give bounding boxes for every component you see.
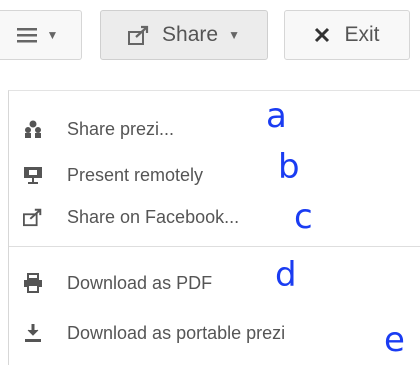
menu-item-label: Download as PDF xyxy=(67,272,213,293)
exit-button[interactable]: Exit xyxy=(284,10,410,60)
printer-icon xyxy=(21,273,45,293)
hamburger-icon xyxy=(16,27,37,43)
annotation-b: b xyxy=(278,147,300,187)
share-people-icon xyxy=(21,119,45,139)
menu-item-share-facebook[interactable]: Share on Facebook... xyxy=(9,195,413,239)
menu-item-download-pdf[interactable]: Download as PDF xyxy=(9,261,413,305)
annotation-d: d xyxy=(275,255,297,295)
chevron-down-icon: ▼ xyxy=(228,28,240,42)
share-button[interactable]: Share ▼ xyxy=(100,10,268,60)
share-external-icon xyxy=(128,25,150,45)
download-icon xyxy=(21,323,45,343)
share-dropdown-menu: Share prezi... Present remotely Share on… xyxy=(8,90,420,365)
hamburger-menu-button[interactable]: ▼ xyxy=(0,10,82,60)
menu-item-share-prezi[interactable]: Share prezi... xyxy=(9,107,413,151)
share-label: Share xyxy=(162,23,219,46)
menu-item-present-remotely[interactable]: Present remotely xyxy=(9,153,413,197)
annotation-e: e xyxy=(384,320,405,360)
menu-divider xyxy=(9,246,420,247)
menu-item-label: Share on Facebook... xyxy=(67,206,240,227)
close-icon xyxy=(314,27,330,43)
menu-item-download-portable[interactable]: Download as portable prezi xyxy=(9,311,413,355)
share-external-icon xyxy=(21,207,45,227)
menu-item-label: Present remotely xyxy=(67,164,204,185)
present-remotely-icon xyxy=(21,165,45,185)
exit-label: Exit xyxy=(344,23,380,46)
menu-item-label: Share prezi... xyxy=(67,118,175,139)
chevron-down-icon: ▼ xyxy=(46,28,59,42)
toolbar: ▼ Share ▼ Exit xyxy=(0,0,420,92)
annotation-a: a xyxy=(266,96,287,136)
menu-item-label: Download as portable prezi xyxy=(67,322,286,343)
annotation-c: c xyxy=(294,197,313,237)
